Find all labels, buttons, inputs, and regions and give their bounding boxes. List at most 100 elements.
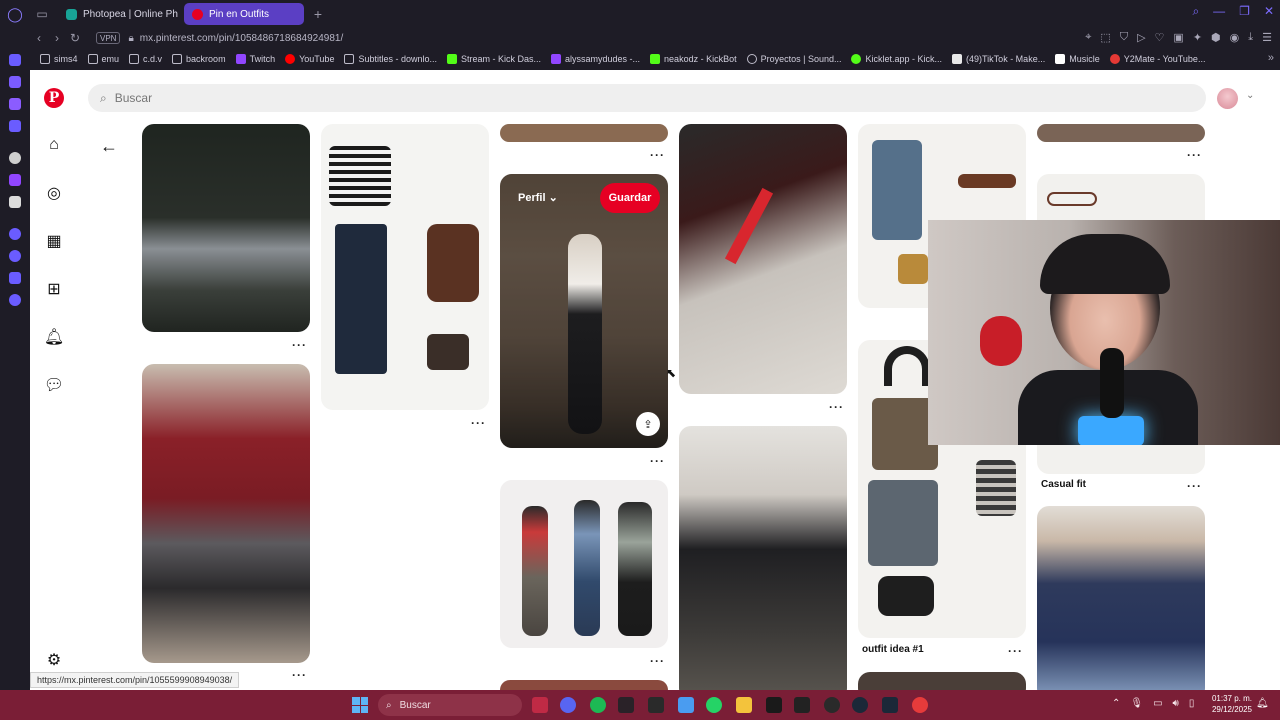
save-button[interactable]: Guardar [600, 183, 660, 213]
play-icon[interactable]: ▷ [1137, 31, 1145, 44]
whatsapp-icon[interactable] [706, 697, 722, 713]
steam-alt-icon[interactable] [882, 697, 898, 713]
sidebar-x-icon[interactable] [9, 196, 21, 208]
pin-image[interactable] [858, 672, 1026, 690]
bookmark-item[interactable]: Proyectos | Sound... [746, 54, 841, 64]
tray-overflow-icon[interactable]: ⌃ [1112, 698, 1120, 709]
profile-icon[interactable]: ◉ [1230, 31, 1240, 44]
bookmark-item[interactable]: Kicklet.app - Kick... [851, 54, 942, 64]
vpn-badge[interactable]: VPN [96, 32, 121, 44]
bookmark-item[interactable]: neakodz - KickBot [650, 54, 737, 64]
more-options-icon[interactable]: ··· [650, 148, 665, 162]
minimize-icon[interactable]: — [1213, 4, 1225, 19]
bookmark-item[interactable]: sims4 [40, 54, 78, 64]
puzzle-icon[interactable]: ⬢ [1211, 31, 1221, 44]
extension-icon[interactable]: ✦ [1193, 31, 1202, 44]
bookmark-item[interactable]: Y2Mate - YouTube... [1109, 54, 1205, 64]
menu-icon[interactable]: ☰ [1262, 31, 1272, 44]
reload-icon[interactable]: ↻ [66, 31, 84, 45]
sidebar-settings-icon[interactable] [9, 294, 21, 306]
new-tab-button[interactable]: + [310, 6, 326, 22]
bookmark-item[interactable]: (49)TikTok - Make... [952, 54, 1045, 64]
lock-icon[interactable]: 🔒︎ [128, 33, 133, 44]
more-options-icon[interactable]: ··· [292, 668, 307, 682]
pin-image[interactable] [500, 124, 668, 142]
windows-start-icon[interactable] [352, 697, 368, 713]
messages-icon[interactable]: 💬︎ [44, 375, 64, 395]
shield-icon[interactable]: ⛉ [1120, 31, 1128, 44]
pin-image[interactable] [142, 124, 310, 332]
pin-image[interactable] [500, 480, 668, 648]
bookmark-item[interactable]: Twitch [235, 54, 275, 64]
epic-games-icon[interactable] [648, 697, 664, 713]
capcut-icon[interactable] [766, 697, 782, 713]
xbox-icon[interactable] [824, 697, 840, 713]
url-field[interactable]: mx.pinterest.com/pin/1058486718684924981… [140, 33, 343, 44]
sidebar-messenger-icon[interactable] [9, 76, 21, 88]
settings-icon[interactable]: ⚙ [44, 650, 64, 670]
battery-icon[interactable]: ▯ [1189, 698, 1195, 709]
boards-icon[interactable]: ▦ [44, 231, 64, 251]
pin-caption[interactable]: outfit idea #1 [862, 644, 924, 655]
opera-logo-icon[interactable]: ◯ [0, 0, 30, 28]
bookmark-item[interactable]: alyssamydudes -... [551, 54, 640, 64]
tab-photopea[interactable]: Photopea | Online Photo E [58, 3, 178, 25]
capcut-alt-icon[interactable] [794, 697, 810, 713]
pin-icon[interactable]: ⌖ [1085, 31, 1091, 44]
back-icon[interactable]: ‹ [30, 31, 48, 45]
bookmark-item[interactable]: Stream - Kick Das... [447, 54, 541, 64]
sidebar-aria-icon[interactable] [9, 98, 21, 110]
pinterest-logo-icon[interactable]: P [44, 88, 64, 108]
more-options-icon[interactable]: ··· [1187, 148, 1202, 162]
wallet-icon[interactable]: ▣ [1173, 31, 1183, 44]
home-icon[interactable]: ⌂ [44, 135, 64, 155]
maximize-icon[interactable]: ❐ [1239, 4, 1250, 19]
bookmark-item[interactable]: Musicle [1055, 54, 1100, 64]
taskbar-clock[interactable]: 01:37 p. m. 29/12/2025 [1208, 693, 1252, 715]
pin-image[interactable] [1037, 506, 1205, 690]
create-icon[interactable]: ⊞ [44, 279, 64, 299]
tab-pinterest[interactable]: Pin en Outfits [184, 3, 304, 25]
file-explorer-icon[interactable] [736, 697, 752, 713]
spotify-icon[interactable] [590, 697, 606, 713]
search-tabs-icon[interactable]: ⌕ [1192, 4, 1199, 19]
pin-image[interactable] [679, 426, 847, 690]
notification-bell-icon[interactable]: 🔔︎ [1256, 698, 1269, 709]
sidebar-speed-dial-icon[interactable] [9, 54, 21, 66]
bookmark-item[interactable]: c.d.v [129, 54, 162, 64]
bookmark-item[interactable]: emu [87, 54, 119, 64]
snapshot-icon[interactable]: ⬚ [1100, 31, 1110, 44]
steam-icon[interactable] [852, 697, 868, 713]
bookmark-item[interactable]: Subtitles - downlo... [344, 54, 437, 64]
sidebar-twitch-icon[interactable] [9, 174, 21, 186]
search-input[interactable]: ⌕ Buscar [88, 84, 1206, 112]
microphone-icon[interactable]: 🎙︎ [1130, 698, 1143, 709]
pin-image[interactable] [500, 680, 668, 690]
discord-icon[interactable] [560, 697, 576, 713]
sidebar-chatgpt-icon[interactable] [9, 152, 21, 164]
pin-image[interactable] [321, 124, 489, 410]
explore-icon[interactable]: ◎ [44, 183, 64, 203]
sidebar-m-icon[interactable] [9, 120, 21, 132]
more-options-icon[interactable]: ··· [292, 338, 307, 352]
more-options-icon[interactable]: ··· [829, 400, 844, 414]
taskbar-search[interactable]: ⌕ Buscar [378, 694, 522, 716]
notifications-icon[interactable]: 🔔︎ [44, 327, 64, 347]
pin-image[interactable] [1037, 124, 1205, 142]
tab-overview-icon[interactable]: ▭ [32, 4, 52, 24]
bookmark-item[interactable]: YouTube [285, 54, 334, 64]
network-icon[interactable]: ▭ [1153, 698, 1162, 709]
back-arrow-icon[interactable]: ← [100, 136, 118, 157]
more-options-icon[interactable]: ··· [650, 654, 665, 668]
sidebar-downloads-icon[interactable] [9, 272, 21, 284]
chevron-down-icon[interactable]: ⌄ [1246, 90, 1254, 101]
sidebar-history-icon[interactable] [9, 250, 21, 262]
pin-image[interactable] [142, 364, 310, 663]
bookmarks-more-icon[interactable]: » [1268, 52, 1274, 64]
heart-icon[interactable]: ♡ [1155, 31, 1165, 44]
opera-icon[interactable] [912, 697, 928, 713]
profile-dropdown[interactable]: Perfil ⌄ [518, 191, 558, 204]
more-options-icon[interactable]: ··· [1187, 479, 1202, 493]
notepad-icon[interactable] [678, 697, 694, 713]
pin-caption[interactable]: Casual fit [1041, 479, 1086, 490]
